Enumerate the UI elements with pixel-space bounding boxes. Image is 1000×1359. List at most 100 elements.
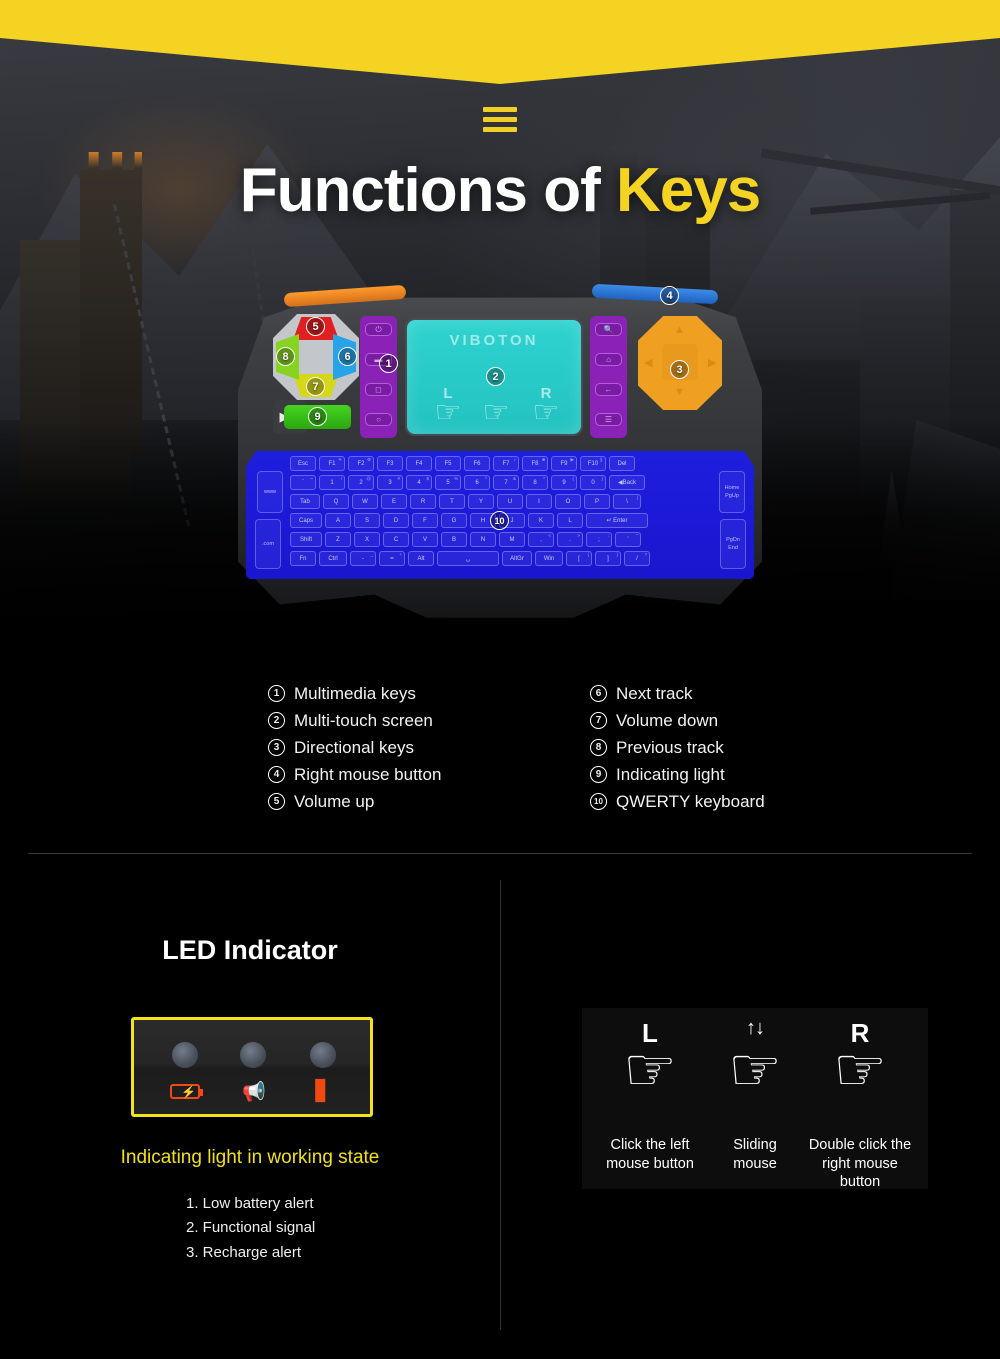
legend-number: 10 [590, 793, 607, 810]
keyboard-key[interactable]: F3 [377, 456, 403, 471]
keyboard-key[interactable]: Caps [290, 513, 322, 528]
keyboard-key[interactable]: ◀Back [609, 475, 645, 490]
back-icon[interactable]: ← [595, 383, 622, 396]
menu-bar-3 [483, 127, 517, 132]
keyboard-key[interactable]: T [439, 494, 465, 509]
www-key[interactable]: www [257, 471, 283, 513]
right-function-strip[interactable]: 🔍 ⌂ ← ☰ [590, 316, 627, 438]
keyboard-key[interactable]: 0) [580, 475, 606, 490]
keyboard-key[interactable]: 3 # [377, 475, 403, 490]
app-icon[interactable]: ○ [365, 413, 392, 426]
legend-label: Indicating light [616, 764, 725, 784]
keyboard-key[interactable]: V [412, 532, 438, 547]
keyboard-key[interactable]: F1 ☀ [319, 456, 345, 471]
gesture-left-click: L ☞ Click the left mouse button [590, 1008, 710, 1189]
keyboard-key[interactable]: ␣ [437, 551, 499, 566]
keyboard-key[interactable]: E [381, 494, 407, 509]
keyboard-key[interactable]: 5% [435, 475, 461, 490]
home-pgup-key[interactable]: Home PgUp [719, 471, 745, 513]
dpad-up-icon[interactable]: ▲ [674, 324, 685, 336]
keyboard-key[interactable]: C [383, 532, 409, 547]
keyboard-key[interactable]: 4 $ [406, 475, 432, 490]
keyboard-key[interactable]: ;: [586, 532, 612, 547]
gesture-caption-left-line2: mouse button [606, 1155, 694, 1172]
keyboard-key[interactable]: 7 & [493, 475, 519, 490]
menu-icon[interactable]: ☰ [595, 413, 622, 426]
keyboard-key[interactable]: O [555, 494, 581, 509]
dpad-down-icon[interactable]: ▼ [674, 386, 685, 398]
keyboard-key[interactable]: G [441, 513, 467, 528]
keyboard-key[interactable]: N [470, 532, 496, 547]
dpad-left-icon[interactable]: ◀ [644, 356, 652, 369]
keyboard-key[interactable]: F9 ▶ [551, 456, 577, 471]
keyboard-key[interactable]: . > [557, 532, 583, 547]
keyboard-row: Esc F1 ☀ F2 ⚙ F3 F4 F5 F6 F7 ♪ F8 ■ F9 ▶ F10 ❙ Del [290, 456, 635, 471]
left-function-strip[interactable]: ⏻ ▬ ◻ ○ [360, 316, 397, 438]
keyboard-key[interactable]: Ctrl [319, 551, 347, 566]
keyboard-key[interactable]: Alt [408, 551, 434, 566]
keyboard-key[interactable]: Q [323, 494, 349, 509]
keyboard-key[interactable]: A [325, 513, 351, 528]
keyboard-key[interactable]: = + [379, 551, 405, 566]
keyboard-key[interactable]: I [526, 494, 552, 509]
keyboard-key[interactable]: Win [535, 551, 563, 566]
keyboard-key[interactable]: Tab [290, 494, 320, 509]
home-icon[interactable]: ⌂ [595, 353, 622, 366]
keyboard-key[interactable]: 2 @ [348, 475, 374, 490]
keyboard-key[interactable]: Del [609, 456, 635, 471]
keyboard-key[interactable]: F7 ♪ [493, 456, 519, 471]
keyboard-key-secondary-label: ❙ [599, 457, 603, 462]
keyboard-key[interactable]: P [584, 494, 610, 509]
keyboard-key[interactable]: , < [528, 532, 554, 547]
keyboard-key[interactable]: R [410, 494, 436, 509]
keyboard-key[interactable]: Esc [290, 456, 316, 471]
keyboard-key[interactable]: 9( [551, 475, 577, 490]
keyboard-key[interactable]: Fn [290, 551, 316, 566]
callout-badge-8: 8 [276, 347, 295, 366]
side-key-bottom-label: www [264, 488, 276, 495]
keyboard-key[interactable]: F5 [435, 456, 461, 471]
keyboard-key[interactable]: ]} [595, 551, 621, 566]
menu-bar-1 [483, 107, 517, 112]
gesture-caption-right: Double click the right mouse button [800, 1136, 920, 1192]
keyboard-key[interactable]: F2 ⚙ [348, 456, 374, 471]
keyboard-key[interactable]: ` ~ [290, 475, 316, 490]
keyboard-key[interactable]: /? [624, 551, 650, 566]
keyboard-key[interactable]: \ | [613, 494, 641, 509]
hand-tap-icon: ☞ [623, 1036, 677, 1103]
keyboard-key[interactable]: U [497, 494, 523, 509]
keyboard-key[interactable]: L [557, 513, 583, 528]
hamburger-menu-icon[interactable] [483, 107, 517, 137]
keyboard-key[interactable]: D [383, 513, 409, 528]
keyboard-key[interactable]: F8 ■ [522, 456, 548, 471]
keyboard-key[interactable]: ↵ Enter [586, 513, 648, 528]
keyboard-key[interactable]: F6 [464, 456, 490, 471]
keyboard-key[interactable]: Z [325, 532, 351, 547]
legend-item: 6 Next track [590, 680, 765, 707]
keyboard-key[interactable]: 6 ^ [464, 475, 490, 490]
keyboard-key[interactable]: M [499, 532, 525, 547]
keyboard-key[interactable]: - _ [350, 551, 376, 566]
keyboard-key[interactable]: X [354, 532, 380, 547]
keyboard-key[interactable]: 1! [319, 475, 345, 490]
keyboard-key[interactable]: F10 ❙ [580, 456, 606, 471]
keyboard-key[interactable]: Y [468, 494, 494, 509]
keyboard-key[interactable]: B [441, 532, 467, 547]
mouse-icon[interactable]: ◻ [365, 383, 392, 396]
keyboard-key-secondary-label: * [543, 476, 545, 481]
keyboard-key[interactable]: AltGr [502, 551, 532, 566]
keyboard-key[interactable]: ' " [615, 532, 641, 547]
keyboard-key[interactable]: F [412, 513, 438, 528]
keyboard-key[interactable]: W [352, 494, 378, 509]
search-icon[interactable]: 🔍 [595, 323, 622, 336]
keyboard-key[interactable]: S [354, 513, 380, 528]
dotcom-key[interactable]: .com [255, 519, 281, 569]
dpad-right-icon[interactable]: ▶ [708, 356, 716, 369]
keyboard-key[interactable]: [{ [566, 551, 592, 566]
pgdn-end-key[interactable]: PgDn End [720, 519, 746, 569]
keyboard-key[interactable]: 8 * [522, 475, 548, 490]
power-icon[interactable]: ⏻ [365, 323, 392, 336]
keyboard-key[interactable]: F4 [406, 456, 432, 471]
keyboard-key[interactable]: K [528, 513, 554, 528]
keyboard-key[interactable]: Shift [290, 532, 322, 547]
